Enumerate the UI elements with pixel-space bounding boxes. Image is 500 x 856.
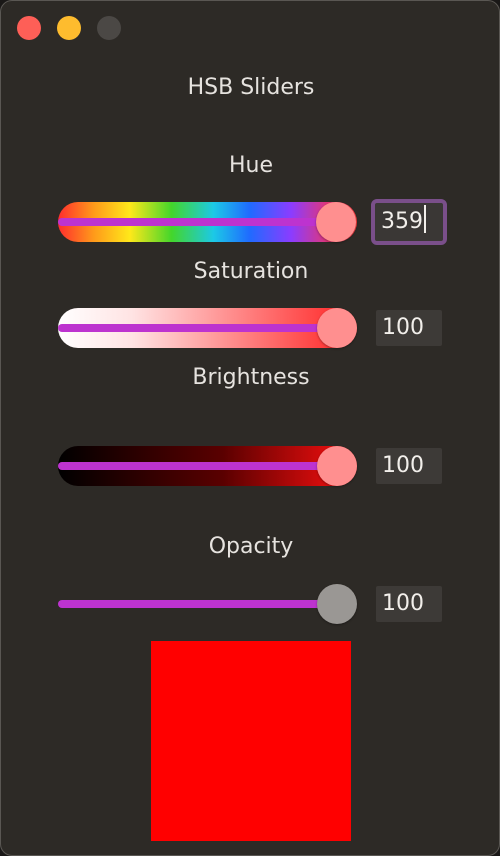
- saturation-label: Saturation: [193, 259, 309, 284]
- color-preview-swatch: [151, 641, 351, 841]
- opacity-slider-knob[interactable]: [317, 584, 357, 624]
- hue-label: Hue: [228, 153, 274, 178]
- brightness-label: Brightness: [192, 365, 310, 390]
- opacity-label: Opacity: [208, 534, 294, 559]
- text-caret: [424, 205, 426, 233]
- saturation-slider-knob[interactable]: [317, 308, 357, 348]
- hue-value-field[interactable]: 359: [371, 199, 447, 245]
- app-window: HSB Sliders Hue 359 Saturation 100 Brigh…: [0, 0, 500, 856]
- brightness-value-field[interactable]: 100: [376, 448, 442, 484]
- opacity-slider-fill: [58, 600, 337, 608]
- window-title: HSB Sliders: [187, 75, 315, 100]
- hue-value-text: 359: [381, 209, 423, 234]
- opacity-value-field[interactable]: 100: [376, 586, 442, 622]
- minimize-window-icon[interactable]: [57, 16, 81, 40]
- saturation-value-field[interactable]: 100: [376, 310, 442, 346]
- zoom-window-icon[interactable]: [97, 16, 121, 40]
- hue-slider-fill: [58, 218, 337, 226]
- hue-slider-knob[interactable]: [316, 202, 357, 242]
- brightness-slider-knob[interactable]: [317, 446, 357, 486]
- brightness-slider-fill: [58, 462, 337, 470]
- close-window-icon[interactable]: [17, 16, 41, 40]
- saturation-slider-fill: [58, 324, 337, 332]
